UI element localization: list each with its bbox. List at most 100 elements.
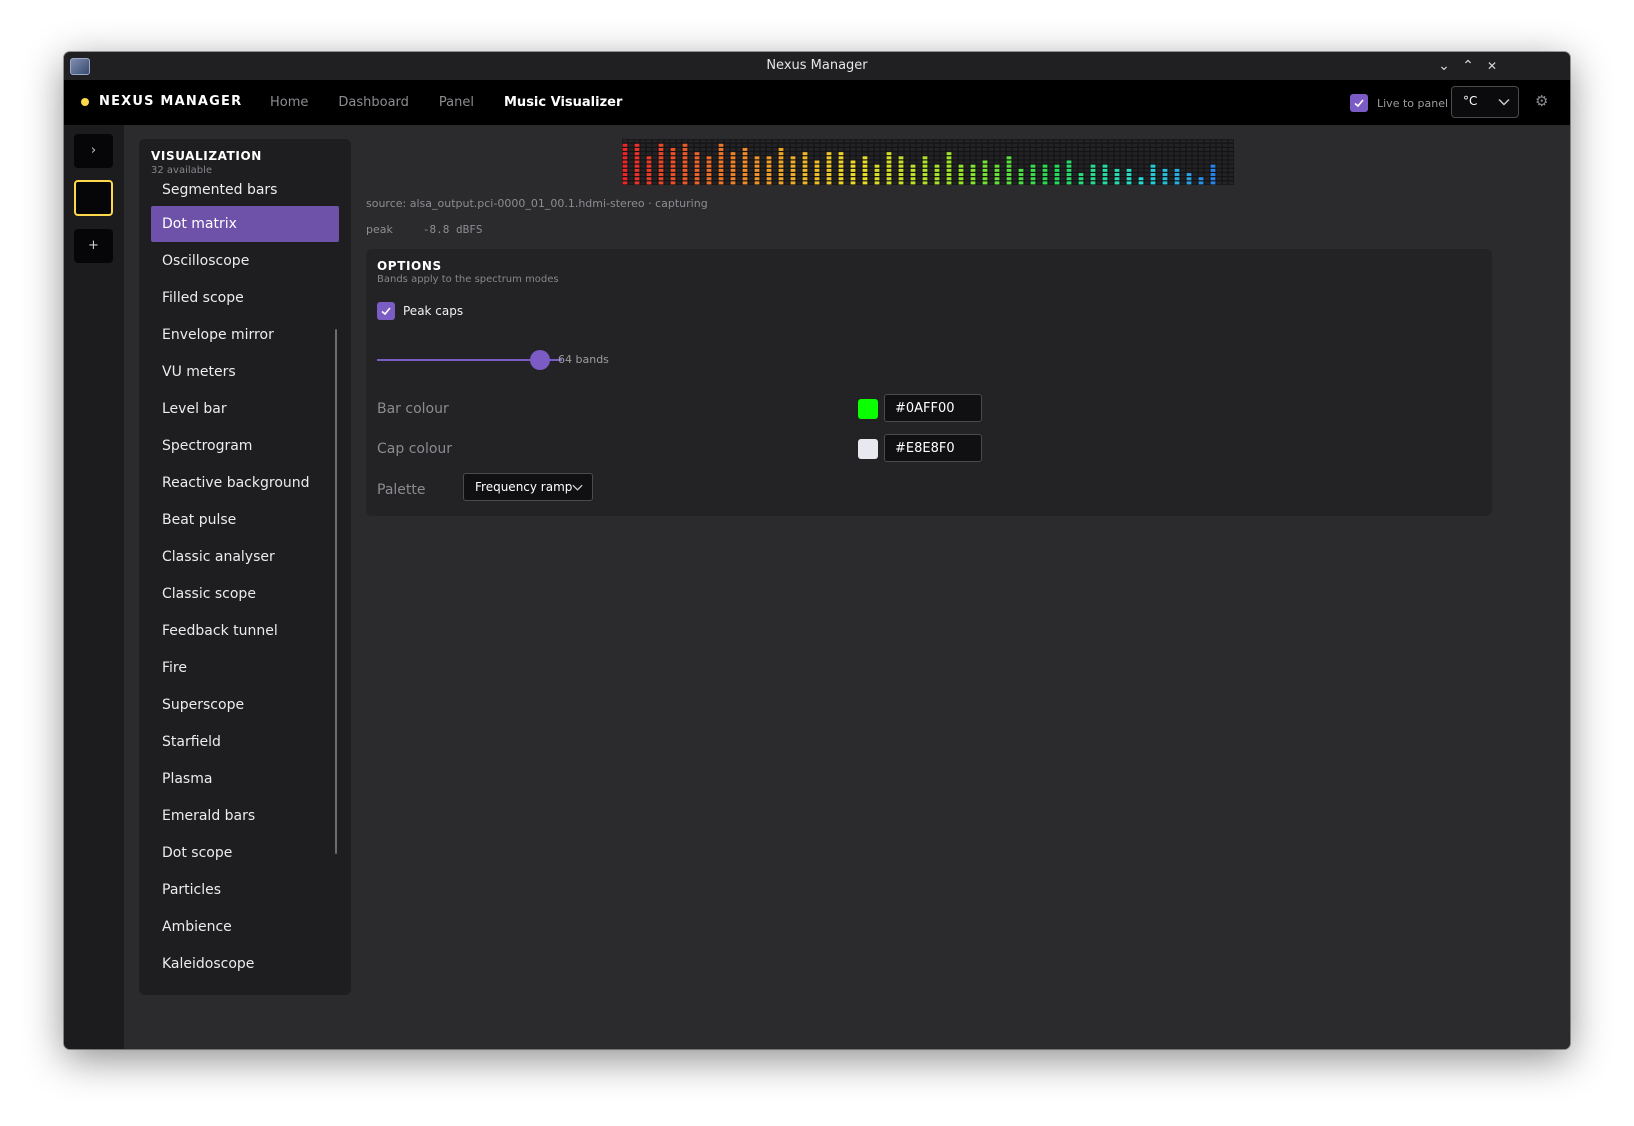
spectrum-dot	[646, 152, 652, 156]
spectrum-dot	[1138, 152, 1144, 156]
spectrum-dot	[1072, 156, 1078, 160]
spectrum-dot	[646, 181, 652, 185]
spectrum-dot	[718, 168, 724, 172]
visualization-item[interactable]: Dot scope	[151, 835, 339, 871]
spectrum-dot	[1090, 152, 1096, 156]
spectrum-dot	[922, 156, 928, 160]
unit-select[interactable]: °C	[1451, 86, 1519, 118]
live-to-panel-checkbox[interactable]	[1350, 94, 1368, 112]
spectrum-dot	[970, 152, 976, 156]
spectrum-dot	[1006, 181, 1012, 185]
bands-slider[interactable]	[377, 350, 562, 370]
visualization-item[interactable]: Emerald bars	[151, 798, 339, 834]
visualization-item[interactable]: Starfield	[151, 724, 339, 760]
cap-colour-input[interactable]	[884, 434, 982, 462]
spectrum-dot	[814, 152, 820, 156]
spectrum-dot	[808, 160, 814, 164]
spectrum-dot	[802, 156, 808, 160]
bands-slider-thumb[interactable]	[529, 350, 550, 370]
spectrum-dot	[1042, 152, 1048, 156]
live-to-panel-toggle[interactable]: Live to panel	[1350, 94, 1448, 112]
spectrum-dot	[688, 160, 694, 164]
spectrum-dot	[700, 173, 706, 177]
spectrum-dot	[1024, 147, 1030, 151]
visualization-item[interactable]: VU meters	[151, 354, 339, 390]
visualization-item[interactable]: Beat pulse	[151, 502, 339, 538]
spectrum-dot	[1066, 173, 1072, 177]
spectrum-dot	[1126, 152, 1132, 156]
visualization-item[interactable]: Plasma	[151, 761, 339, 797]
maximize-icon[interactable]: ⌃	[1456, 52, 1480, 80]
spectrum-dot	[1192, 181, 1198, 185]
spectrum-dot	[1054, 152, 1060, 156]
bar-colour-swatch[interactable]	[858, 399, 878, 419]
spectrum-dot	[724, 168, 730, 172]
visualization-item[interactable]: Segmented bars	[151, 183, 339, 205]
visualization-item[interactable]: Level bar	[151, 391, 339, 427]
spectrum-dot	[850, 147, 856, 151]
spectrum-dot	[1066, 156, 1072, 160]
peak-caps-checkbox[interactable]	[377, 302, 395, 320]
spectrum-dot	[802, 168, 808, 172]
close-icon[interactable]: ✕	[1480, 52, 1504, 80]
visualization-item[interactable]: Filled scope	[151, 280, 339, 316]
add-profile-button[interactable]: +	[74, 229, 113, 263]
unit-select-value: °C	[1463, 94, 1478, 108]
profile-slot-button[interactable]	[74, 180, 113, 216]
spectrum-dot	[814, 164, 820, 168]
peak-caps-toggle[interactable]: Peak caps	[377, 302, 463, 320]
spectrum-dot	[1024, 156, 1030, 160]
minimize-icon[interactable]: ⌄	[1432, 52, 1456, 80]
visualization-item[interactable]: Classic scope	[151, 576, 339, 612]
spectrum-dot	[736, 156, 742, 160]
spectrum-dot	[706, 147, 712, 151]
tab-home[interactable]: Home	[255, 80, 323, 125]
main-content: VISUALIZATION 32 available Segmented bar…	[124, 125, 1570, 1049]
tab-dashboard[interactable]: Dashboard	[323, 80, 424, 125]
spectrum-dot	[700, 139, 706, 143]
tab-music-visualizer[interactable]: Music Visualizer	[489, 80, 637, 125]
visualization-item[interactable]: Feedback tunnel	[151, 613, 339, 649]
visualization-item[interactable]: Classic analyser	[151, 539, 339, 575]
spectrum-dot	[874, 177, 880, 181]
spectrum-dot	[772, 177, 778, 181]
spectrum-dot	[892, 156, 898, 160]
spectrum-dot	[1210, 181, 1216, 185]
spectrum-dot	[994, 139, 1000, 143]
gear-icon[interactable]: ⚙	[1535, 92, 1548, 110]
spectrum-dot	[622, 152, 628, 156]
palette-select[interactable]: Frequency ramp	[463, 473, 593, 501]
visualization-scrollbar[interactable]	[335, 329, 337, 854]
spectrum-dot	[1126, 173, 1132, 177]
spectrum-dot	[844, 143, 850, 147]
spectrum-dot	[922, 152, 928, 156]
visualization-item[interactable]: Reactive background	[151, 465, 339, 501]
spectrum-dot	[1192, 147, 1198, 151]
spectrum-dot	[1216, 177, 1222, 181]
bar-colour-input[interactable]	[884, 394, 982, 422]
spectrum-dot	[1066, 139, 1072, 143]
visualization-item[interactable]: Superscope	[151, 687, 339, 723]
visualization-item[interactable]: Envelope mirror	[151, 317, 339, 353]
spectrum-dot	[748, 147, 754, 151]
spectrum-dot	[784, 177, 790, 181]
spectrum-dot	[1144, 152, 1150, 156]
spectrum-dot	[1084, 139, 1090, 143]
tab-panel[interactable]: Panel	[424, 80, 489, 125]
visualization-item[interactable]: Oscilloscope	[151, 243, 339, 279]
spectrum-dot	[826, 152, 832, 156]
spectrum-dot	[1054, 177, 1060, 181]
spectrum-dot	[874, 173, 880, 177]
expand-rail-button[interactable]: ›	[74, 134, 113, 168]
visualization-item[interactable]: Kaleidoscope	[151, 946, 339, 982]
visualization-item[interactable]: Particles	[151, 872, 339, 908]
spectrum-dot	[1162, 177, 1168, 181]
spectrum-dot	[640, 147, 646, 151]
visualization-item[interactable]: Fire	[151, 650, 339, 686]
visualization-item[interactable]: Spectrogram	[151, 428, 339, 464]
spectrum-dot	[1030, 168, 1036, 172]
visualization-item[interactable]: Dot matrix	[151, 206, 339, 242]
visualization-item[interactable]: Ambience	[151, 909, 339, 945]
spectrum-dot	[1108, 143, 1114, 147]
cap-colour-swatch[interactable]	[858, 439, 878, 459]
